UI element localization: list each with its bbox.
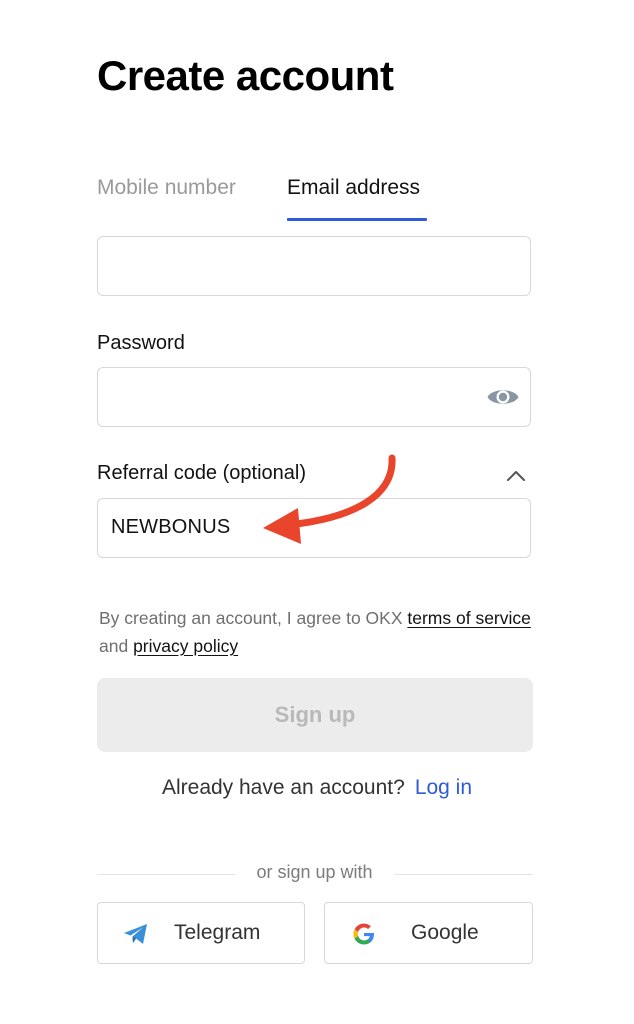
chevron-up-icon[interactable] (504, 466, 528, 486)
terms-text: By creating an account, I agree to OKX t… (99, 604, 539, 660)
telegram-button[interactable]: Telegram (97, 902, 305, 964)
terms-middle: and (99, 636, 134, 656)
google-button[interactable]: Google (324, 902, 533, 964)
divider-right (394, 874, 533, 875)
page-title: Create account (97, 52, 394, 99)
annotation-arrow-icon (263, 454, 396, 544)
login-prompt-row: Already have an account? Log in (0, 776, 634, 800)
password-input[interactable] (97, 367, 531, 427)
telegram-label: Telegram (174, 921, 261, 944)
eye-icon[interactable] (486, 384, 520, 410)
log-in-link[interactable]: Log in (415, 776, 472, 799)
referral-code-value[interactable]: NEWBONUS (111, 516, 230, 539)
divider-left (97, 874, 235, 875)
tab-email-address[interactable]: Email address (287, 176, 420, 200)
terms-of-service-link[interactable]: terms of service (407, 608, 531, 628)
social-divider-text: or sign up with (256, 862, 373, 882)
password-label: Password (97, 332, 185, 354)
google-icon (353, 923, 375, 945)
privacy-policy-link[interactable]: privacy policy (133, 636, 238, 656)
login-prompt: Already have an account? (161, 776, 405, 799)
tab-mobile-number[interactable]: Mobile number (97, 176, 236, 200)
active-tab-indicator (287, 218, 427, 221)
sign-up-button[interactable]: Sign up (97, 678, 533, 752)
email-input[interactable] (97, 236, 531, 296)
terms-prefix: By creating an account, I agree to OKX (99, 608, 408, 628)
google-label: Google (411, 921, 479, 944)
telegram-icon (124, 924, 147, 944)
